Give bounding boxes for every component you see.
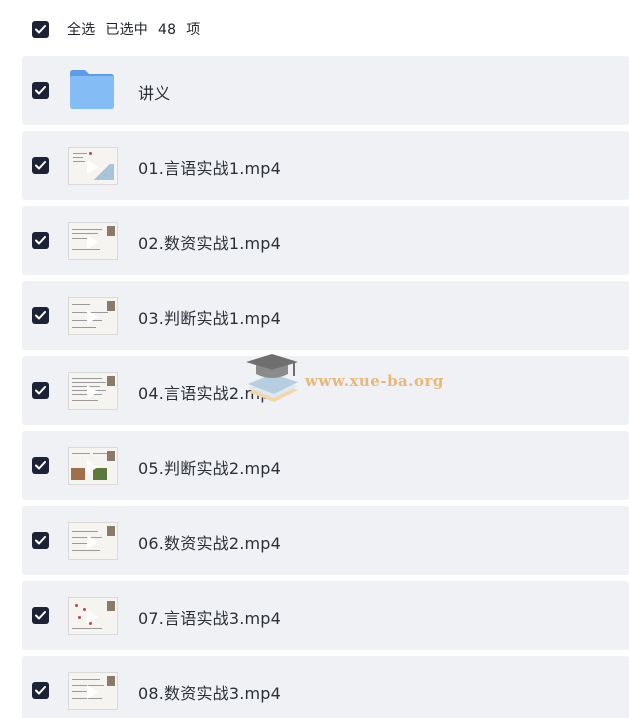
check-icon [35, 311, 46, 320]
video-thumbnail [68, 447, 118, 485]
item-name[interactable]: 02.数资实战1.mp4 [138, 230, 281, 254]
list-item[interactable]: 05.判断实战2.mp4 [22, 431, 629, 500]
select-all-label[interactable]: 全选 [67, 22, 95, 38]
check-icon [35, 386, 46, 395]
check-icon [35, 686, 46, 695]
select-all-checkbox[interactable] [32, 21, 49, 38]
selection-header: 全选 已选中 48 项 [0, 0, 629, 58]
item-checkbox[interactable] [32, 382, 49, 399]
video-thumbnail [68, 522, 118, 560]
item-name[interactable]: 08.数资实战3.mp4 [138, 680, 281, 704]
item-name[interactable]: 05.判断实战2.mp4 [138, 455, 281, 479]
video-thumbnail [68, 222, 118, 260]
file-selection-page: 全选 已选中 48 项 讲义 01.言语实战1.mp4 02.数资实战1.mp4… [0, 0, 629, 718]
item-checkbox[interactable] [32, 82, 49, 99]
item-checkbox[interactable] [32, 307, 49, 324]
play-icon [87, 310, 98, 324]
check-icon [35, 86, 46, 95]
video-thumbnail [68, 672, 118, 710]
item-checkbox[interactable] [32, 532, 49, 549]
check-icon [35, 461, 46, 470]
item-name[interactable]: 03.判断实战1.mp4 [138, 305, 281, 329]
play-icon [87, 610, 98, 624]
selection-summary: 全选 已选中 48 项 [67, 19, 210, 39]
item-checkbox[interactable] [32, 682, 49, 699]
play-icon [87, 535, 98, 549]
item-checkbox[interactable] [32, 157, 49, 174]
watermark-text: www.xue-ba.org [305, 372, 444, 390]
list-item[interactable]: 07.言语实战3.mp4 [22, 581, 629, 650]
play-icon [87, 160, 98, 174]
watermark: www.xue-ba.org [242, 352, 457, 408]
play-icon [87, 460, 98, 474]
list-item[interactable]: 03.判断实战1.mp4 [22, 281, 629, 350]
item-name[interactable]: 01.言语实战1.mp4 [138, 155, 281, 179]
list-item[interactable]: 08.数资实战3.mp4 [22, 656, 629, 718]
list-item[interactable]: 02.数资实战1.mp4 [22, 206, 629, 275]
selected-prefix: 已选中 [105, 22, 149, 38]
check-icon [35, 161, 46, 170]
play-icon [87, 685, 98, 699]
check-icon [35, 536, 46, 545]
item-name[interactable]: 07.言语实战3.mp4 [138, 605, 281, 629]
item-checkbox[interactable] [32, 457, 49, 474]
check-icon [35, 236, 46, 245]
play-icon [87, 235, 98, 249]
item-name[interactable]: 06.数资实战2.mp4 [138, 530, 281, 554]
list-item[interactable]: 01.言语实战1.mp4 [22, 131, 629, 200]
item-checkbox[interactable] [32, 232, 49, 249]
item-name[interactable]: 讲义 [138, 80, 170, 104]
list-item[interactable]: 06.数资实战2.mp4 [22, 506, 629, 575]
play-icon [87, 385, 98, 399]
video-thumbnail [68, 597, 118, 635]
video-thumbnail [68, 147, 118, 185]
video-thumbnail [68, 372, 118, 410]
selected-suffix: 项 [186, 22, 201, 38]
check-icon [35, 611, 46, 620]
item-checkbox[interactable] [32, 607, 49, 624]
list-item[interactable]: 讲义 [22, 56, 629, 125]
graduation-cap-books-logo [246, 354, 298, 402]
check-icon [35, 25, 46, 34]
video-thumbnail [68, 297, 118, 335]
folder-icon [70, 70, 114, 109]
selected-count: 48 [158, 22, 177, 38]
